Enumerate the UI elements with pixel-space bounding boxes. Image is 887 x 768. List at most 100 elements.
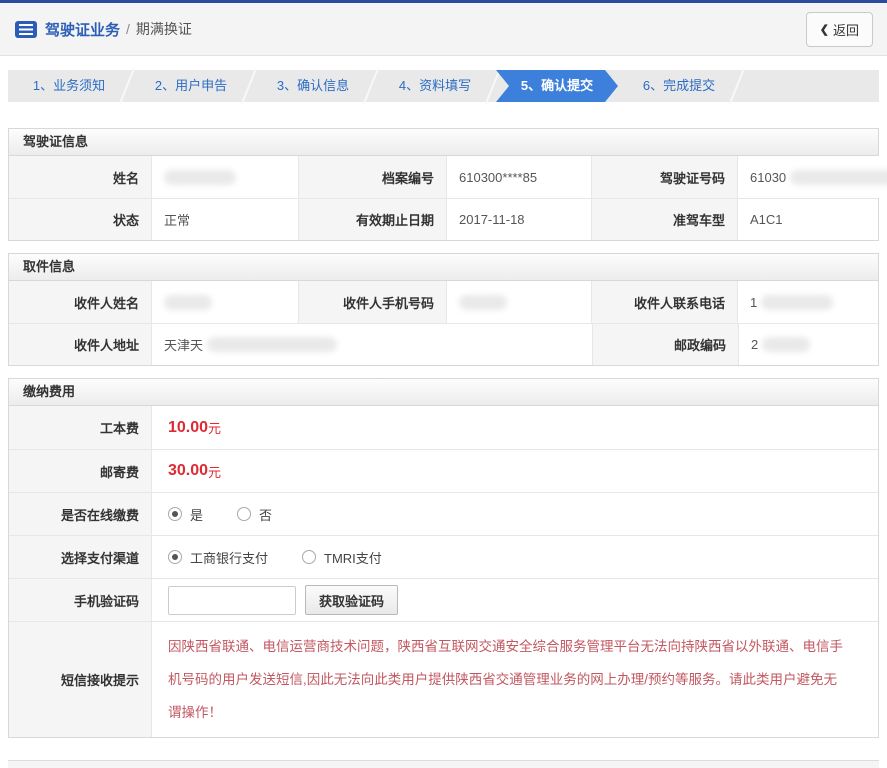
field-label: 状态 (9, 198, 151, 240)
section-license-info: 驾驶证信息 姓名 档案编号 610300****85 驾驶证号码 61030 状… (8, 128, 887, 241)
radio-channel-tmri[interactable]: TMRI支付 (302, 548, 382, 567)
field-value-recipient-address: 天津天 (151, 323, 592, 365)
radio-online-pay-no[interactable]: 否 (237, 505, 272, 524)
field-label: 手机验证码 (9, 578, 151, 621)
section-title: 取件信息 (9, 254, 878, 281)
fee-unit: 元 (208, 421, 222, 436)
radio-label: 工商银行支付 (190, 550, 269, 566)
value-prefix: 61030 (750, 169, 787, 185)
field-label: 姓名 (9, 156, 151, 198)
radio-group-pay-channel: 工商银行支付 TMRI支付 (168, 548, 382, 567)
step-tab-3[interactable]: 3、确认信息 (252, 68, 380, 104)
step-tab-5-active[interactable]: 5、确认提交 (496, 70, 618, 102)
radio-unchecked-icon (302, 550, 317, 564)
step-separator (728, 68, 746, 104)
fee-value: 10.00 元 (151, 406, 878, 449)
step-tab-4[interactable]: 4、资料填写 (374, 68, 502, 104)
field-label: 准驾车型 (591, 198, 737, 240)
field-value-recipient-phone: 1 (737, 281, 878, 323)
section-title: 驾驶证信息 (9, 129, 878, 156)
radio-unchecked-icon (237, 507, 252, 521)
sms-code-row: 手机验证码 获取验证码 (9, 578, 878, 621)
section-pickup-info: 取件信息 收件人姓名 收件人手机号码 收件人联系电话 1 收件人地址 天津天 邮… (8, 253, 879, 366)
step-tabs: 1、业务须知 2、用户申告 3、确认信息 4、资料填写 5、确认提交 6、完成提… (8, 68, 879, 104)
field-label: 收件人手机号码 (298, 281, 446, 323)
field-label: 有效期止日期 (298, 198, 446, 240)
fee-row-postage: 邮寄费 30.00 元 (9, 449, 878, 492)
field-label: 档案编号 (298, 156, 446, 198)
field-label: 驾驶证号码 (591, 156, 737, 198)
value-prefix: 天津天 (164, 338, 204, 353)
field-value-name (151, 156, 298, 198)
step-tab-6[interactable]: 6、完成提交 (618, 68, 746, 104)
field-value-expiry-date: 2017-11-18 (446, 198, 591, 240)
radio-online-pay-yes[interactable]: 是 (168, 505, 203, 524)
redacted-value (459, 294, 507, 310)
field-label: 邮寄费 (9, 449, 151, 492)
sms-code-input[interactable] (168, 585, 296, 615)
fee-amount: 10.00 (168, 418, 209, 436)
step-label: 4、资料填写 (398, 78, 472, 93)
field-value-status: 正常 (151, 198, 298, 240)
breadcrumb-separator: / (126, 21, 130, 37)
step-label: 3、确认信息 (276, 78, 350, 93)
page: 驾驶证业务 / 期满换证 ❮ 返回 1、业务须知 2、用户申告 3、确认信息 4… (0, 0, 887, 768)
table-row: 姓名 档案编号 610300****85 驾驶证号码 61030 (9, 156, 887, 198)
step-separator (484, 68, 502, 104)
online-pay-row: 是否在线缴费 是 否 (9, 492, 878, 535)
field-value-postal-code: 2 (738, 323, 878, 365)
field-label: 是否在线缴费 (9, 492, 151, 535)
redacted-value (762, 337, 811, 352)
value-prefix: 2 (751, 337, 759, 352)
redacted-value (790, 169, 887, 185)
radio-label: 是 (190, 507, 204, 523)
field-value-file-number: 610300****85 (446, 156, 591, 198)
step-label: 6、完成提交 (642, 78, 716, 93)
back-button[interactable]: ❮ 返回 (805, 11, 873, 47)
step-label: 5、确认提交 (520, 78, 594, 93)
step-label: 1、业务须知 (32, 78, 106, 93)
section-payment: 缴纳费用 工本费 10.00 元 邮寄费 30.00 元 是否在线缴费 是 否 … (8, 378, 879, 738)
fee-amount: 30.00 (168, 462, 209, 479)
redacted-value (207, 337, 338, 352)
field-value-vehicle-class: A1C1 (737, 198, 878, 240)
field-value-recipient-mobile (446, 281, 591, 323)
fee-row-production: 工本费 10.00 元 (9, 406, 878, 449)
online-pay-options: 是 否 (151, 492, 878, 535)
page-title: 驾驶证业务 (45, 21, 121, 39)
field-label: 收件人地址 (9, 323, 151, 365)
breadcrumb-current: 期满换证 (135, 21, 192, 37)
step-label: 2、用户申告 (154, 78, 228, 93)
fee-value: 30.00 元 (151, 449, 878, 492)
sms-notice-cell: 因陕西省联通、电信运营商技术问题，陕西省互联网交通安全综合服务管理平台无法向持陕… (151, 621, 878, 737)
sms-notice-text: 因陕西省联通、电信运营商技术问题，陕西省互联网交通安全综合服务管理平台无法向持陕… (168, 639, 843, 720)
section-title: 缴纳费用 (9, 379, 878, 406)
field-label: 短信接收提示 (9, 621, 151, 737)
redacted-value (164, 169, 236, 185)
radio-checked-icon (168, 550, 182, 564)
redacted-value (761, 294, 834, 310)
table-row: 收件人地址 天津天 邮政编码 2 (9, 323, 878, 365)
radio-label: TMRI支付 (324, 550, 382, 566)
sms-notice-row: 短信接收提示 因陕西省联通、电信运营商技术问题，陕西省互联网交通安全综合服务管理… (9, 621, 878, 737)
step-tab-2[interactable]: 2、用户申告 (130, 68, 258, 104)
field-label: 收件人联系电话 (591, 281, 737, 323)
step-tab-1[interactable]: 1、业务须知 (8, 68, 136, 104)
sms-code-controls: 获取验证码 (151, 578, 878, 621)
field-label: 工本费 (9, 406, 151, 449)
header-bar: 驾驶证业务 / 期满换证 ❮ 返回 (0, 3, 887, 56)
form-list-icon (15, 20, 37, 38)
redacted-value (164, 294, 212, 310)
value-prefix: 1 (750, 294, 758, 310)
radio-channel-icbc[interactable]: 工商银行支付 (168, 548, 268, 567)
field-value-recipient-name (151, 281, 298, 323)
radio-group-online-pay: 是 否 (168, 505, 272, 524)
table-row: 收件人姓名 收件人手机号码 收件人联系电话 1 (9, 281, 878, 323)
fee-unit: 元 (208, 464, 222, 480)
radio-checked-icon (168, 507, 182, 521)
table-row: 状态 正常 有效期止日期 2017-11-18 准驾车型 A1C1 (9, 198, 878, 240)
pay-channel-options: 工商银行支付 TMRI支付 (151, 535, 878, 578)
get-code-button[interactable]: 获取验证码 (305, 585, 399, 615)
field-label: 收件人姓名 (9, 281, 151, 323)
back-chevron-icon: ❮ (819, 23, 829, 36)
